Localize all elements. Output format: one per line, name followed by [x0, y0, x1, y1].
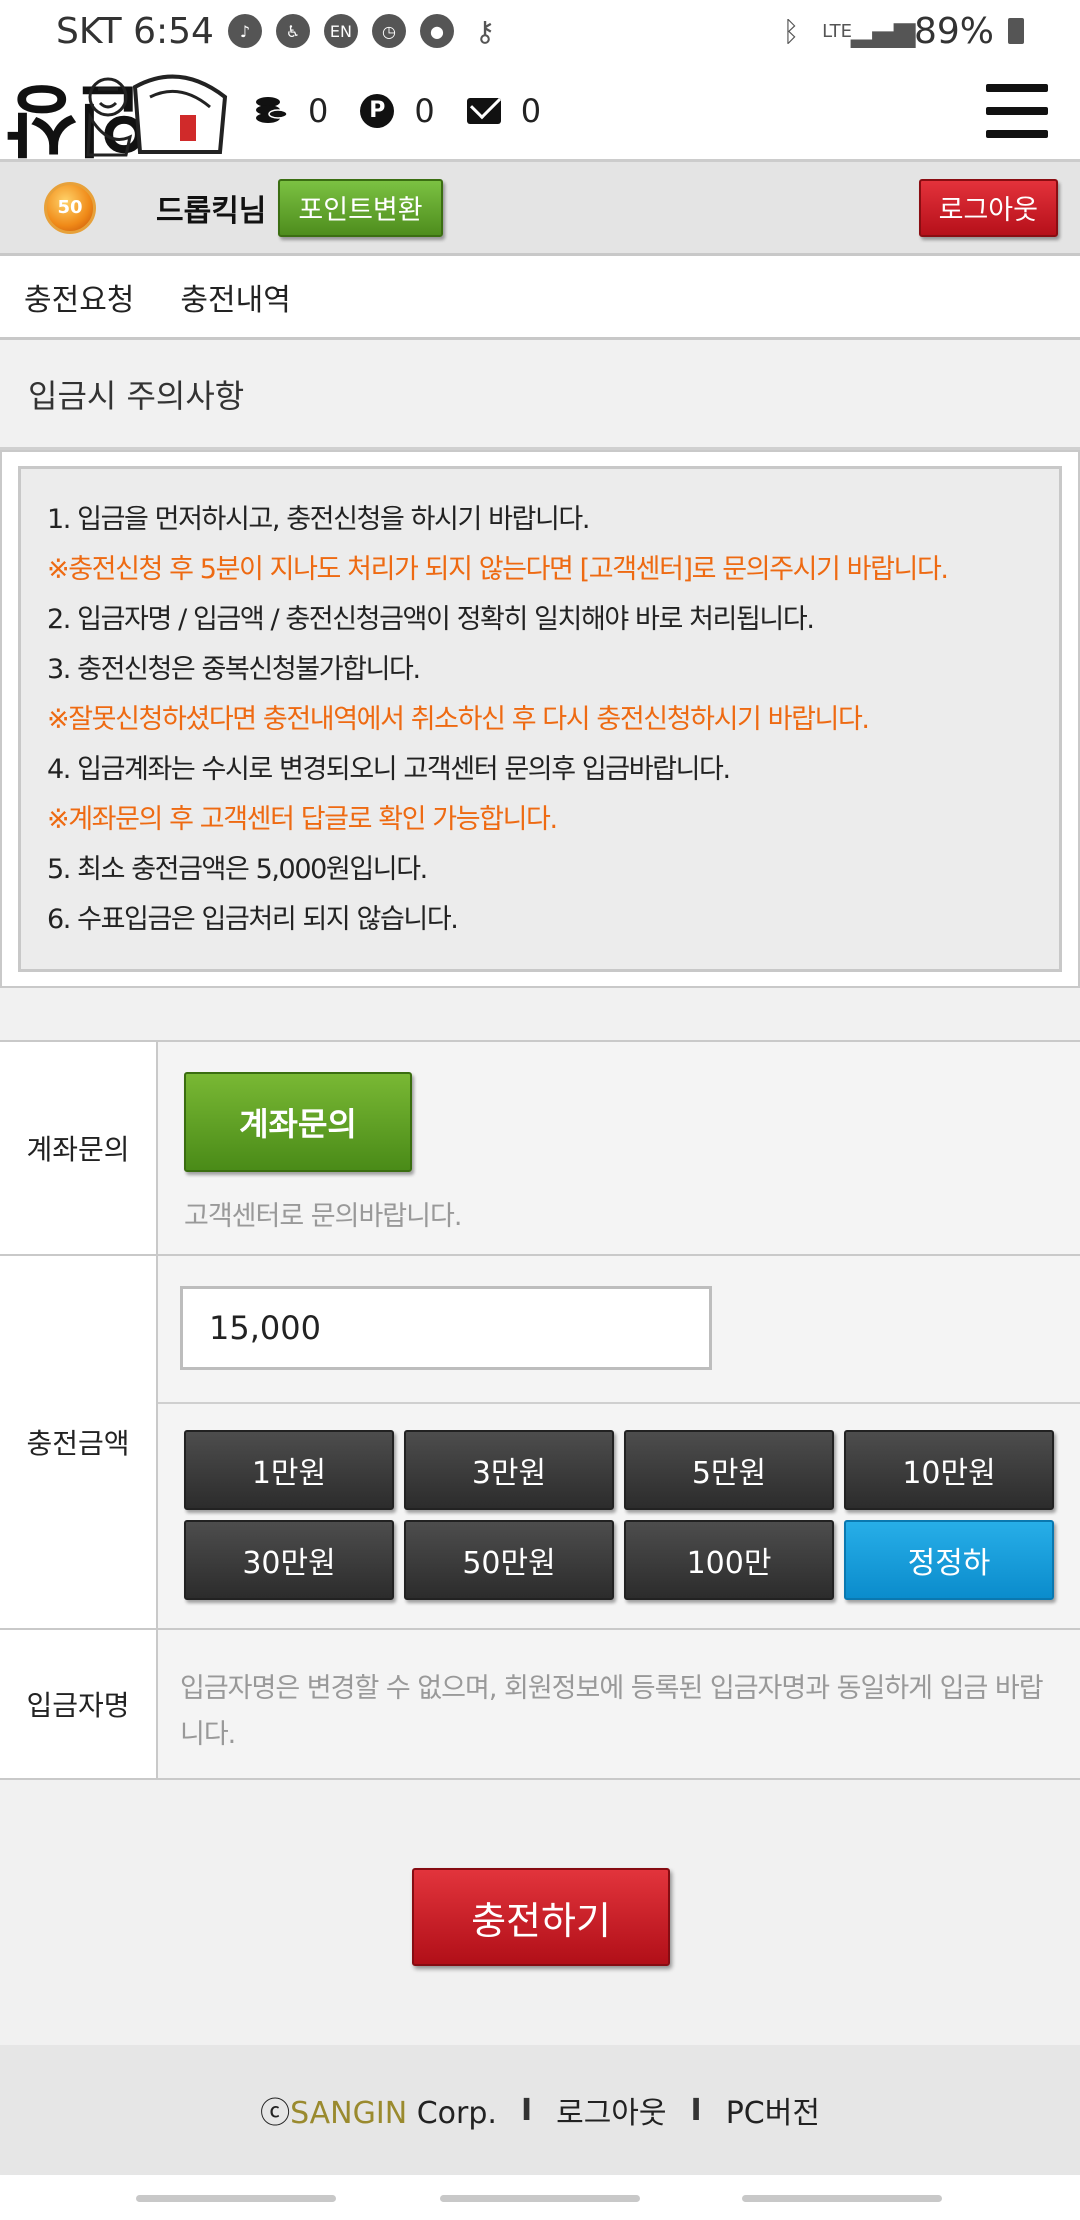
- user-bar: 50 드롭킥님 포인트변환 로그아웃: [0, 162, 1080, 256]
- depositor-label: 입금자명: [0, 1630, 158, 1778]
- logout-button[interactable]: 로그아웃: [918, 178, 1058, 237]
- battery-percent: 89%: [913, 10, 994, 52]
- notice-warning: ※잘못신청하셨다면 충전내역에서 취소하신 후 다시 충전신청하시기 바랍니다.: [47, 704, 870, 735]
- mail-icon: [466, 97, 501, 124]
- amount-preset-grid: 1만원 3만원 5만원 10만원 30만원 50만원 100만 정정하: [158, 1404, 1080, 1600]
- point-counter[interactable]: P 0: [360, 91, 435, 130]
- charge-tabs: 충전요청 충전내역: [0, 256, 1080, 340]
- footer-pc-version-link[interactable]: PC버전: [726, 2088, 820, 2132]
- charge-form: 계좌문의 계좌문의 고객센터로 문의바랍니다. 충전금액 1만원 3만원 5만원…: [0, 1040, 1080, 1780]
- amount-reset-button[interactable]: 정정하: [844, 1520, 1054, 1600]
- vpn-icon: EN: [323, 14, 358, 48]
- account-inquiry-button[interactable]: 계좌문의: [184, 1072, 412, 1172]
- amount-10000-button[interactable]: 1만원: [184, 1430, 394, 1510]
- carrier-time: SKT 6:54: [56, 10, 214, 52]
- logo-illustration: [86, 74, 228, 156]
- amount-100000-button[interactable]: 10만원: [844, 1430, 1054, 1510]
- signal-icon: ▂▄▆: [850, 14, 916, 48]
- charge-amount-row: 충전금액 1만원 3만원 5만원 10만원 30만원 50만원 100만 정정하: [0, 1256, 1080, 1630]
- clock-icon: ◷: [371, 14, 406, 48]
- site-footer: ⓒSANGIN Corp. I 로그아웃 I PC버전: [0, 2045, 1080, 2175]
- tab-charge-request[interactable]: 충전요청: [24, 275, 134, 319]
- coins-icon: [256, 96, 288, 123]
- level-badge-icon: 50: [44, 181, 96, 234]
- coin-counter[interactable]: 0: [254, 92, 328, 130]
- footer-logout-link[interactable]: 로그아웃: [556, 2088, 666, 2132]
- notice-warning: ※계좌문의 후 고객센터 답글로 확인 가능합니다.: [47, 804, 558, 835]
- message-count: 0: [520, 91, 542, 130]
- notice-box: 1. 입금을 먼저하시고, 충전신청을 하시기 바랍니다. ※충전신청 후 5분…: [18, 466, 1062, 972]
- amount-1000000-button[interactable]: 100만: [624, 1520, 834, 1600]
- status-bar: SKT 6:54 ♪ ♿ EN ◷ ● ⚷ ᛒ LTE ▂▄▆ 89%: [0, 0, 1080, 62]
- footer-separator: I: [690, 2092, 702, 2128]
- site-logo[interactable]: 상인: [0, 61, 240, 161]
- notice-line: 1. 입금을 먼저하시고, 충전신청을 하시기 바랍니다.: [47, 504, 590, 535]
- menu-line: [986, 83, 1048, 92]
- key-icon: ⚷: [474, 14, 496, 48]
- amount-300000-button[interactable]: 30만원: [184, 1520, 394, 1600]
- submit-area: 충전하기: [0, 1780, 1080, 2045]
- charge-amount-label: 충전금액: [0, 1256, 158, 1628]
- point-icon: P: [360, 93, 395, 128]
- amount-500000-button[interactable]: 50만원: [404, 1520, 614, 1600]
- brand-name: SANGIN: [290, 2096, 408, 2131]
- notice-panel: 1. 입금을 먼저하시고, 충전신청을 하시기 바랍니다. ※충전신청 후 5분…: [0, 450, 1080, 988]
- charge-submit-button[interactable]: 충전하기: [412, 1868, 670, 1966]
- notice-warning: ※충전신청 후 5분이 지나도 처리가 되지 않는다면 [고객센터]로 문의주시…: [47, 554, 949, 585]
- battery-icon: [1008, 18, 1024, 44]
- charge-amount-input[interactable]: [180, 1286, 712, 1370]
- network-label: LTE: [822, 20, 852, 42]
- amount-50000-button[interactable]: 5만원: [624, 1430, 834, 1510]
- account-inquiry-row: 계좌문의 계좌문의 고객센터로 문의바랍니다.: [0, 1042, 1080, 1256]
- site-header: 상인 0 P 0 0: [0, 62, 1080, 162]
- point-convert-button[interactable]: 포인트변환: [278, 178, 443, 237]
- bluetooth-icon: ᛒ: [782, 14, 800, 48]
- music-icon: ♪: [227, 14, 262, 48]
- notice-title: 입금시 주의사항: [0, 340, 1080, 450]
- menu-line: [986, 106, 1048, 115]
- copyright-icon: ⓒ: [260, 2096, 291, 2131]
- notice-line: 3. 충전신청은 중복신청불가합니다.: [47, 654, 421, 685]
- amount-30000-button[interactable]: 3만원: [404, 1430, 614, 1510]
- notice-line: 5. 최소 충전금액은 5,000원입니다.: [47, 854, 428, 885]
- hamburger-menu-button[interactable]: [986, 83, 1048, 138]
- notice-line: 4. 입금계좌는 수시로 변경되오니 고객센터 문의후 입금바랍니다.: [47, 754, 731, 785]
- account-inquiry-label: 계좌문의: [0, 1042, 158, 1254]
- copyright-notice: ⓒSANGIN Corp.: [260, 2088, 497, 2132]
- tab-charge-history[interactable]: 충전내역: [180, 275, 290, 319]
- depositor-row: 입금자명 입금자명은 변경할 수 없으며, 회원정보에 등록된 입금자명과 동일…: [0, 1630, 1080, 1780]
- depositor-note: 입금자명은 변경할 수 없으며, 회원정보에 등록된 입금자명과 동일하게 입금…: [158, 1630, 1080, 1778]
- point-count: 0: [414, 91, 435, 130]
- gesture-nav-bar: [0, 2175, 1080, 2220]
- account-inquiry-hint: 고객센터로 문의바랍니다.: [184, 1201, 462, 1232]
- username: 드롭킥님: [156, 193, 267, 229]
- home-gesture[interactable]: [440, 2195, 640, 2202]
- accessibility-icon: ♿: [275, 14, 310, 48]
- header-counters: 0 P 0 0: [254, 92, 557, 130]
- back-gesture[interactable]: [742, 2195, 942, 2202]
- message-counter[interactable]: 0: [466, 91, 542, 130]
- chat-icon: ●: [419, 14, 454, 48]
- coin-count: 0: [308, 91, 329, 130]
- notice-line: 6. 수표입금은 입금처리 되지 않습니다.: [47, 904, 459, 935]
- notice-line: 2. 입금자명 / 입금액 / 충전신청금액이 정확히 일치해야 바로 처리됩니…: [47, 604, 815, 635]
- menu-line: [986, 129, 1048, 138]
- recent-apps-gesture[interactable]: [136, 2195, 336, 2202]
- footer-separator: I: [520, 2092, 533, 2128]
- corp-label: Corp.: [407, 2096, 497, 2131]
